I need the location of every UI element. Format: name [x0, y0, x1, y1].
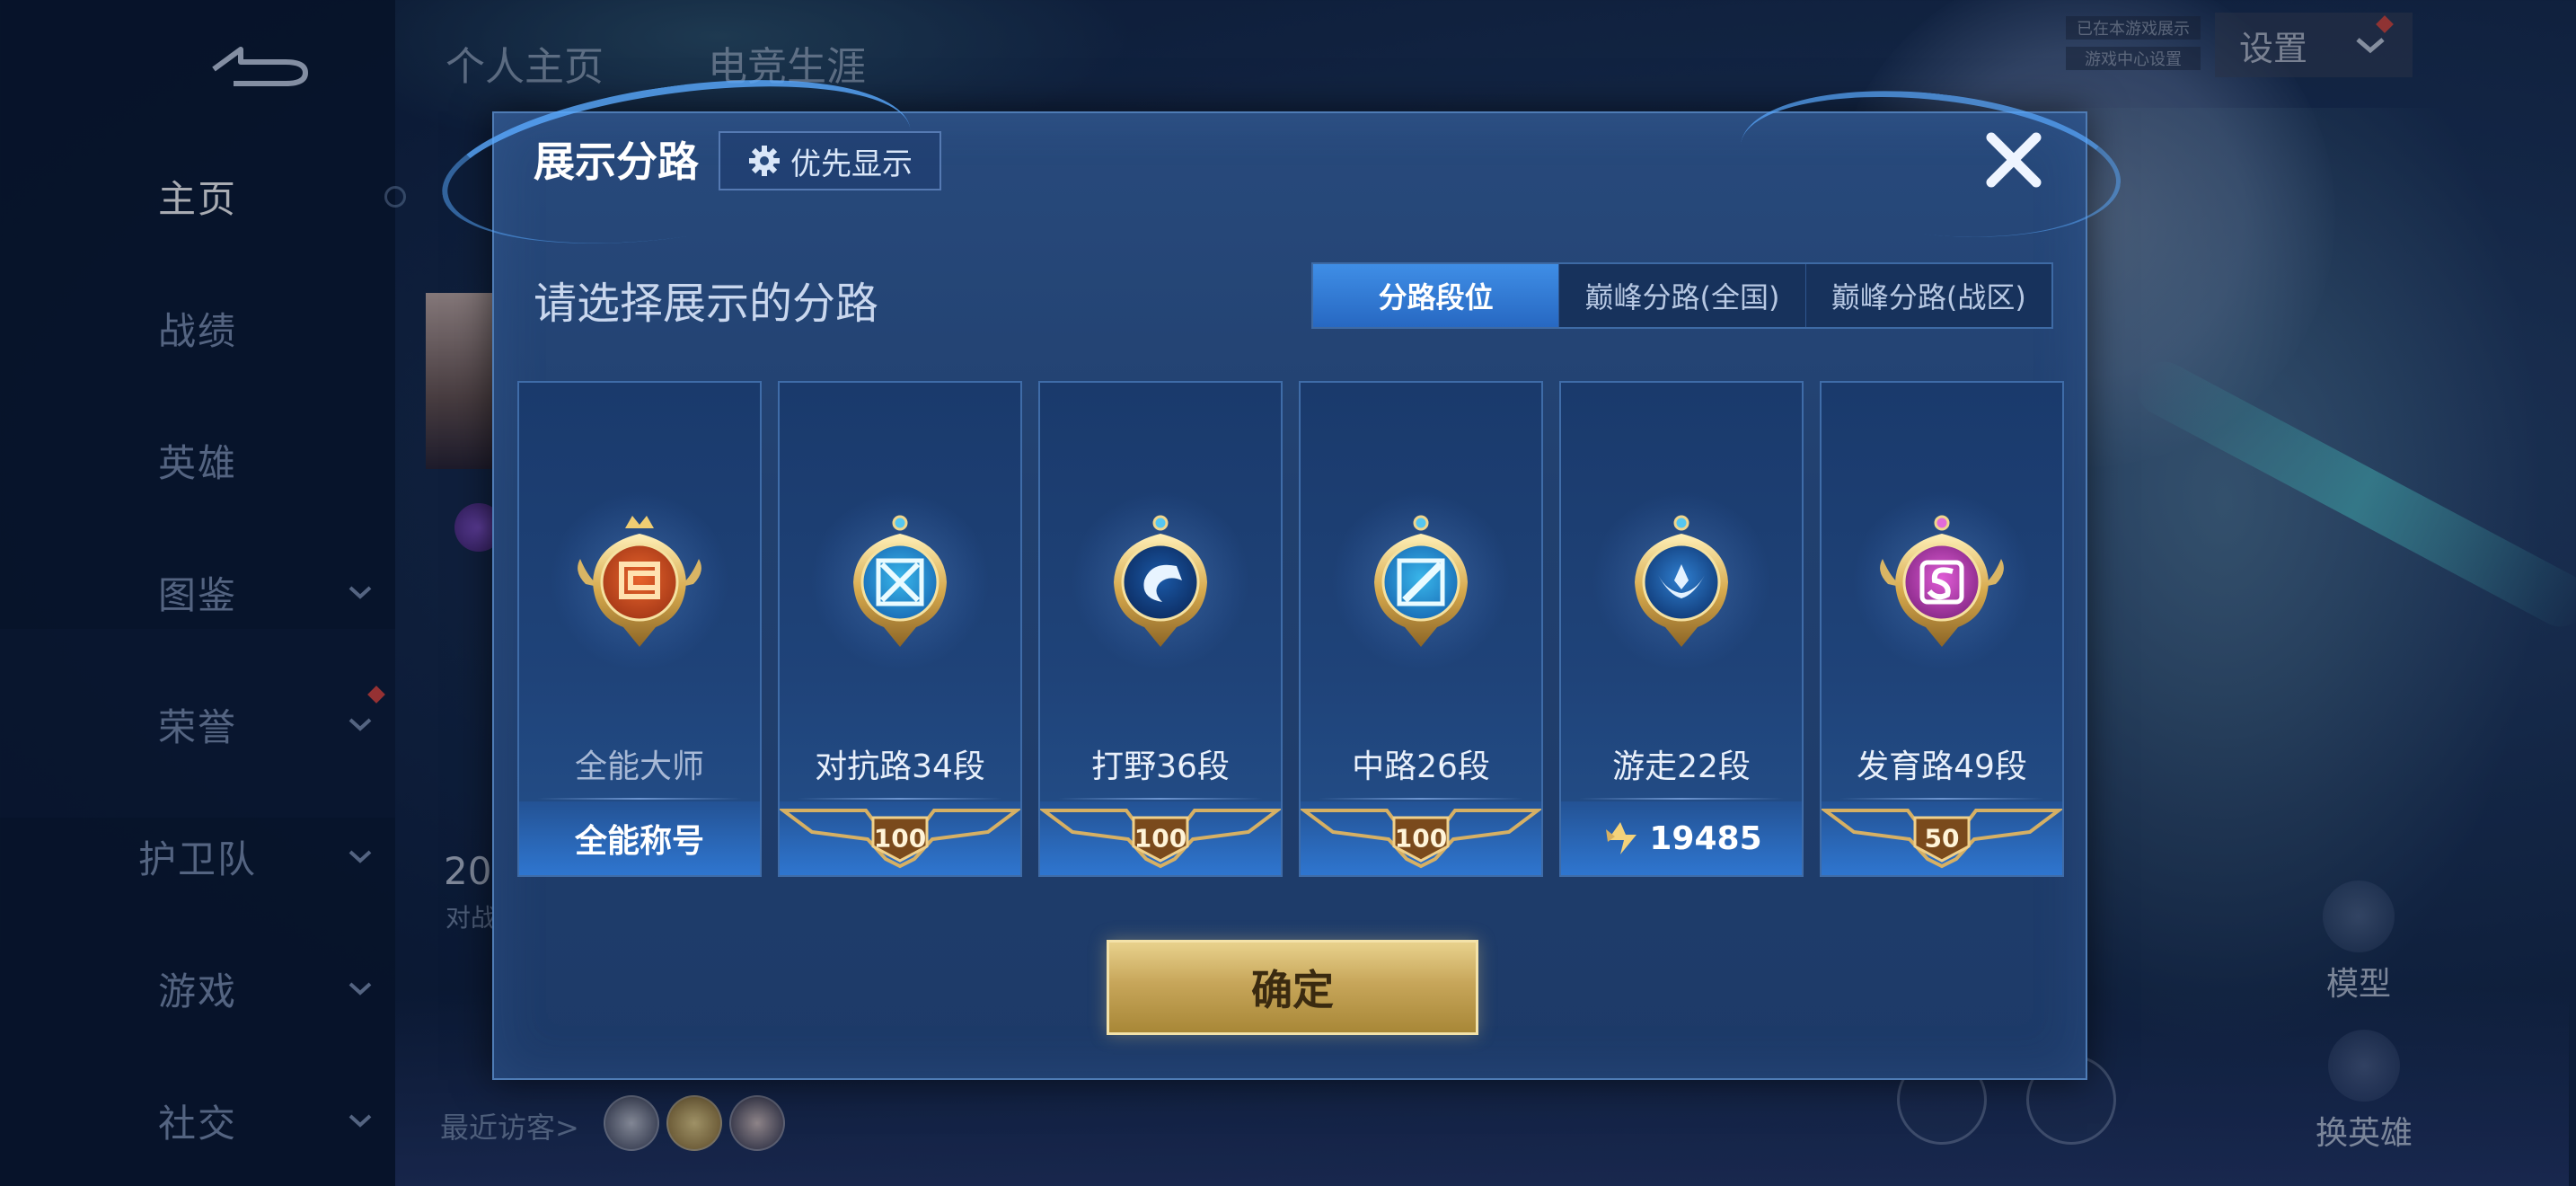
star-count: 50	[1924, 823, 1960, 854]
lane-rank-label: 打野36段	[1091, 748, 1230, 785]
lane-card-jungle[interactable]: 打野36段 100	[1038, 381, 1283, 877]
lane-card-all-round[interactable]: 全能大师 全能称号	[517, 381, 762, 877]
jungle-emblem-icon	[1089, 509, 1232, 670]
lane-rank-label: 游走22段	[1612, 748, 1751, 785]
dialog-title: 展示分路	[534, 137, 699, 186]
lane-card-list: 全能大师 全能称号 对抗路34段 100 打野36段 100 中路26段 100 游走22段 19…	[517, 381, 2064, 877]
lane-card-roam[interactable]: 游走22段 19485	[1559, 381, 1804, 877]
divider	[1319, 798, 1523, 800]
lane-card-footer: 50	[1820, 801, 2064, 875]
roam-emblem-icon	[1610, 509, 1753, 670]
lane-display-dialog: 展示分路 优先显示 请选择展示的分路 分路段位 巅峰分路(全国) 巅峰分路(战区…	[431, 54, 2129, 1080]
tab-lane-rank[interactable]: 分路段位	[1313, 264, 1559, 327]
lane-card-footer: 100	[1038, 801, 1283, 875]
lane-card-footer: 100	[778, 801, 1022, 875]
confirm-button[interactable]: 确定	[1107, 940, 1478, 1035]
close-button[interactable]	[1981, 128, 2046, 192]
lane-card-mid-lane[interactable]: 中路26段 100	[1299, 381, 1543, 877]
lane-rank-label: 对抗路34段	[815, 748, 985, 785]
gear-icon	[749, 146, 780, 176]
title-label: 全能称号	[574, 823, 704, 860]
lane-card-footer: 19485	[1561, 801, 1802, 875]
star-count: 100	[873, 823, 927, 854]
lane-card-footer: 100	[1299, 801, 1543, 875]
star-badge: 100	[1299, 801, 1543, 875]
star-count: 100	[1394, 823, 1448, 854]
peak-score-value: 19485	[1649, 819, 1762, 857]
tab-peak-national[interactable]: 巅峰分路(全国)	[1558, 264, 1804, 327]
divider	[537, 798, 742, 800]
priority-display-button[interactable]: 优先显示	[719, 131, 941, 190]
farm-lane-emblem-icon	[1870, 509, 2014, 670]
lane-rank-label: 发育路49段	[1857, 748, 2027, 785]
close-icon	[1986, 132, 2042, 188]
tab-peak-region[interactable]: 巅峰分路(战区)	[1804, 264, 2051, 327]
divider	[1058, 798, 1263, 800]
star-badge: 50	[1820, 801, 2064, 875]
lane-card-footer: 全能称号	[519, 801, 760, 875]
star-count: 100	[1134, 823, 1187, 854]
lane-mode-tabs: 分路段位 巅峰分路(全国) 巅峰分路(战区)	[1311, 262, 2053, 329]
divider	[1579, 798, 1784, 800]
lane-card-clash-lane[interactable]: 对抗路34段 100	[778, 381, 1022, 877]
clash-lane-emblem-icon	[828, 509, 972, 670]
star-badge: 100	[778, 801, 1022, 875]
peak-score-icon	[1606, 822, 1637, 854]
divider	[1839, 798, 2044, 800]
divider	[798, 798, 1002, 800]
dialog-subtitle: 请选择展示的分路	[534, 279, 879, 329]
lane-rank-label: 中路26段	[1352, 748, 1490, 785]
all-round-emblem-icon	[568, 509, 711, 670]
lane-rank-label: 全能大师	[574, 748, 704, 785]
priority-display-label: 优先显示	[790, 146, 913, 182]
mid-lane-emblem-icon	[1349, 509, 1493, 670]
star-badge: 100	[1038, 801, 1283, 875]
lane-card-farm-lane[interactable]: 发育路49段 50	[1820, 381, 2064, 877]
